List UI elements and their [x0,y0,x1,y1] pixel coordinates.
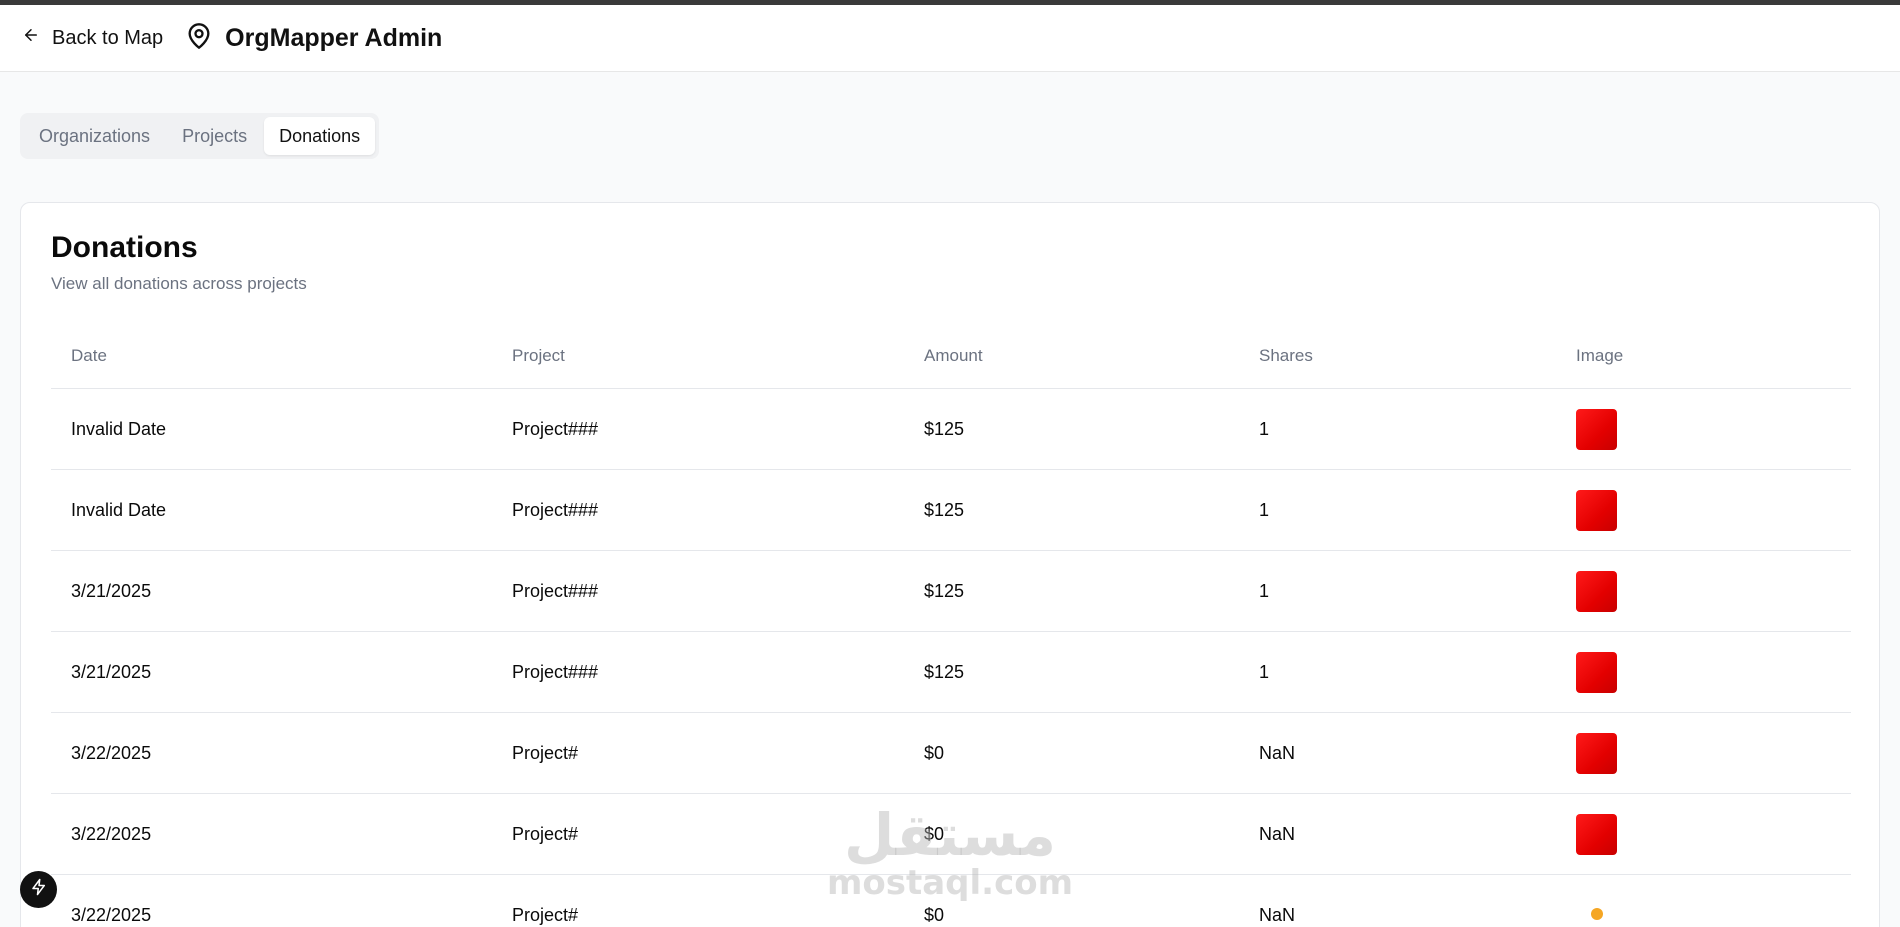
map-pin-icon [185,22,213,55]
donation-image-thumbnail[interactable] [1576,651,1617,693]
lightning-icon [30,878,48,901]
table-row: 3/22/2025 Project# $0 NaN [51,713,1851,794]
cell-amount: $125 [924,661,965,682]
cell-shares: NaN [1259,823,1296,844]
donation-image-thumbnail[interactable] [1576,489,1617,531]
card-subtitle: View all donations across projects [51,274,307,293]
tab-organizations[interactable]: Organizations [24,117,165,155]
cell-project: Project# [512,904,579,925]
back-to-map-link[interactable]: Back to Map [22,26,163,50]
cell-project: Project### [512,661,599,682]
floating-action-button[interactable] [20,871,57,908]
donations-table: Date Project Amount Shares Image Invalid… [51,323,1851,927]
cell-amount: $0 [924,823,945,844]
donation-image-thumbnail[interactable] [1576,408,1617,450]
table-row: 3/21/2025 Project### $125 1 [51,632,1851,713]
back-to-map-label: Back to Map [52,26,164,49]
card-title: Donations [51,231,198,264]
donation-image-thumbnail[interactable] [1576,570,1617,612]
cell-amount: $0 [924,904,945,925]
cell-date: 3/21/2025 [71,580,152,601]
app-header: Back to Map OrgMapper Admin [0,5,1900,72]
column-header-amount: Amount [924,345,983,365]
donation-image-thumbnail[interactable] [1576,813,1617,855]
cell-shares: NaN [1259,742,1296,763]
table-row: 3/22/2025 Project# $0 NaN [51,794,1851,875]
admin-tabs: Organizations Projects Donations [20,113,380,159]
cell-shares: 1 [1259,499,1270,520]
column-header-shares: Shares [1259,345,1313,365]
cell-shares: 1 [1259,661,1270,682]
cell-date: Invalid Date [71,418,167,439]
tab-projects[interactable]: Projects [167,117,262,155]
cell-shares: 1 [1259,580,1270,601]
table-row: 3/22/2025 Project# $0 NaN [51,875,1851,927]
app-title: OrgMapper Admin [225,23,443,52]
cell-date: Invalid Date [71,499,167,520]
cell-amount: $0 [924,742,945,763]
table-row: Invalid Date Project### $125 1 [51,470,1851,551]
cell-amount: $125 [924,418,965,439]
cell-date: 3/22/2025 [71,742,152,763]
cell-project: Project### [512,418,599,439]
donation-image-thumbnail[interactable] [1576,895,1617,927]
sun-logo-icon [1590,907,1603,920]
cell-date: 3/21/2025 [71,661,152,682]
cell-project: Project### [512,580,599,601]
cell-shares: 1 [1259,418,1270,439]
cell-amount: $125 [924,499,965,520]
tab-donations[interactable]: Donations [264,117,376,155]
cell-date: 3/22/2025 [71,904,152,925]
cell-amount: $125 [924,580,965,601]
column-header-project: Project [512,345,565,365]
brand: OrgMapper Admin [185,22,442,55]
cell-project: Project# [512,823,579,844]
column-header-date: Date [71,345,107,365]
cell-shares: NaN [1259,904,1296,925]
column-header-image: Image [1576,345,1624,365]
cell-project: Project### [512,499,599,520]
table-row: 3/21/2025 Project### $125 1 [51,551,1851,632]
cell-project: Project# [512,742,579,763]
cell-date: 3/22/2025 [71,823,152,844]
table-header: Date Project Amount Shares Image [51,323,1851,389]
arrow-left-icon [22,26,40,50]
table-row: Invalid Date Project### $125 1 [51,389,1851,470]
donations-card: Donations View all donations across proj… [20,202,1880,927]
donation-image-thumbnail[interactable] [1576,732,1617,774]
